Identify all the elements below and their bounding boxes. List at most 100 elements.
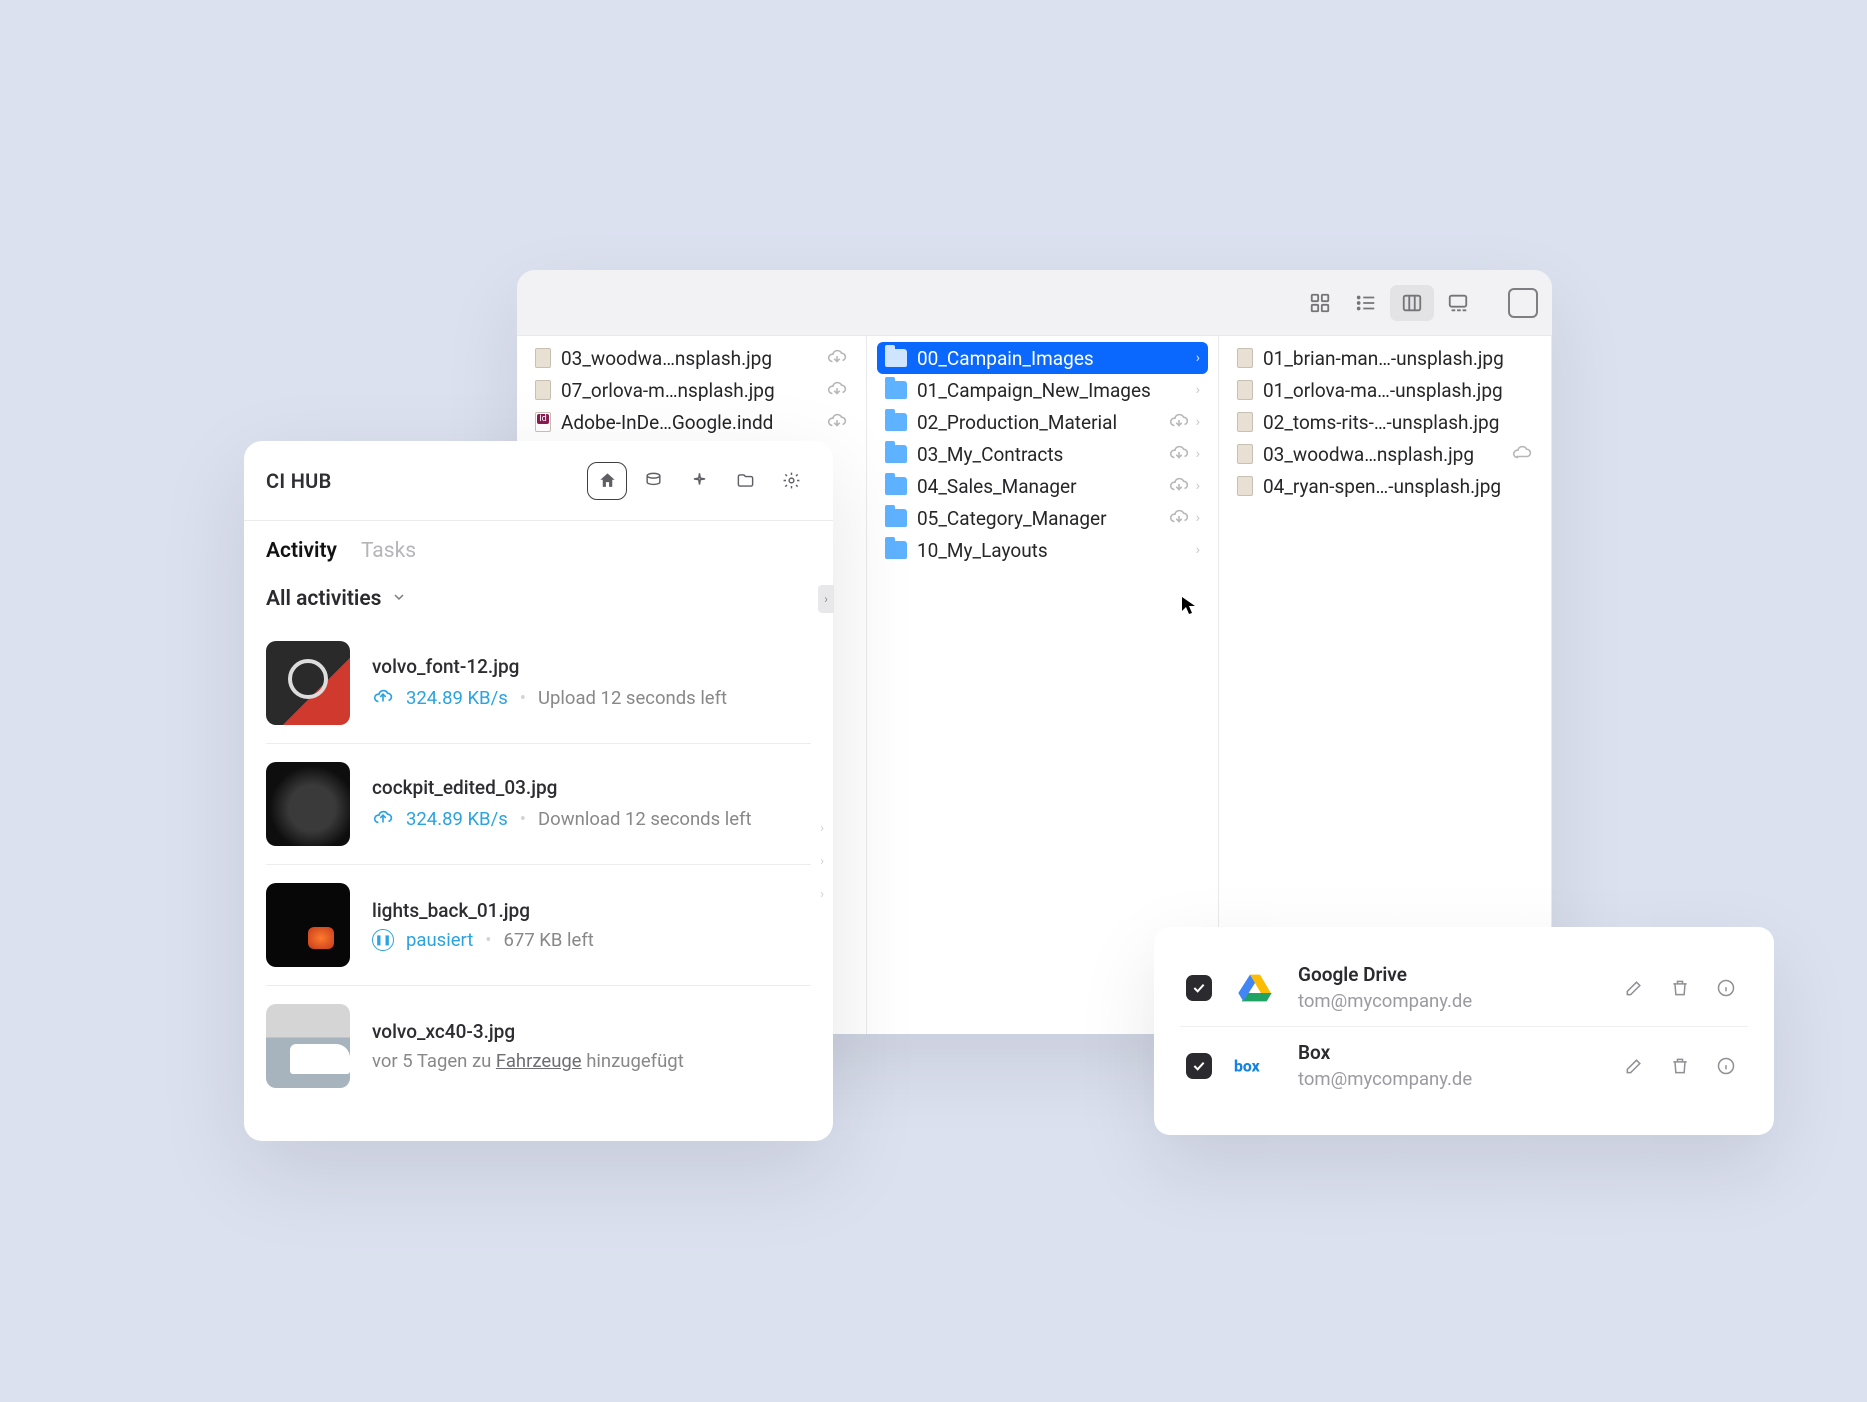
row-label: 04_Sales_Manager [917, 475, 1158, 498]
activity-item[interactable]: volvo_xc40-3.jpgvor 5 Tagen zu Fahrzeuge… [266, 986, 811, 1106]
folder-icon [885, 541, 907, 559]
folder-icon [885, 509, 907, 527]
file-thumb-icon [1237, 380, 1253, 400]
file-thumb-icon [535, 412, 551, 432]
pause-icon[interactable]: ❚❚ [372, 929, 394, 951]
row-label: 07_orlova-m…nsplash.jpg [561, 379, 816, 402]
folder-row[interactable]: 02_Production_Material› [877, 406, 1208, 438]
activity-list: volvo_font-12.jpg324.89 KB/s•Upload 12 s… [244, 617, 833, 1106]
gear-icon-button[interactable] [771, 462, 811, 500]
toolbar-square-button[interactable] [1508, 288, 1538, 318]
file-thumb-icon [1237, 476, 1253, 496]
file-row[interactable]: 01_brian-man…-unsplash.jpg [1229, 342, 1541, 374]
folder-icon [885, 477, 907, 495]
folder-row[interactable]: 00_Campain_Images› [877, 342, 1208, 374]
activity-filename: cockpit_edited_03.jpg [372, 776, 752, 799]
folder-row[interactable]: 05_Category_Manager› [877, 502, 1208, 534]
row-label: 05_Category_Manager [917, 507, 1158, 530]
transfer-status: Upload 12 seconds left [538, 687, 727, 709]
trash-icon[interactable] [1664, 972, 1696, 1004]
cloud-upload-icon [372, 806, 394, 833]
folder-icon [885, 349, 907, 367]
transfer-rate: 324.89 KB/s [406, 687, 508, 709]
folder-row[interactable]: 04_Sales_Manager › [877, 470, 1208, 502]
activity-ago: vor 5 Tagen zu Fahrzeuge hinzugefügt [372, 1050, 684, 1072]
file-thumb-icon [1237, 444, 1253, 464]
connection-checkbox[interactable] [1186, 975, 1212, 1001]
tab-activity[interactable]: Activity [266, 539, 337, 563]
activity-thumbnail [266, 883, 350, 967]
connection-row: box Box tom@mycompany.de [1180, 1026, 1748, 1104]
connection-checkbox[interactable] [1186, 1053, 1212, 1079]
edit-icon[interactable] [1618, 1050, 1650, 1082]
remaining-size: 677 KB left [504, 929, 594, 951]
folder-link[interactable]: Fahrzeuge [496, 1050, 582, 1072]
connection-row: Google Drivetom@mycompany.de [1180, 949, 1748, 1026]
info-icon[interactable] [1710, 972, 1742, 1004]
file-row[interactable]: Adobe-InDe…Google.indd [527, 406, 856, 438]
cihub-tabs: Activity Tasks [244, 521, 833, 577]
row-label: Adobe-InDe…Google.indd [561, 411, 816, 434]
file-thumb-icon [1237, 348, 1253, 368]
file-thumb-icon [1237, 412, 1253, 432]
activity-item[interactable]: cockpit_edited_03.jpg324.89 KB/s•Downloa… [266, 744, 811, 865]
row-label: 02_toms-rits-…-unsplash.jpg [1263, 411, 1523, 434]
chevron-right-icon: › [1196, 382, 1200, 398]
folder-icon-button[interactable] [725, 462, 765, 500]
service-name: Box [1298, 1041, 1596, 1064]
file-row[interactable]: 02_toms-rits-…-unsplash.jpg [1229, 406, 1541, 438]
file-row[interactable]: 03_woodwa…nsplash.jpg [1229, 438, 1541, 470]
activity-filename: volvo_xc40-3.jpg [372, 1020, 684, 1043]
file-row[interactable]: 04_ryan-spen…-unsplash.jpg [1229, 470, 1541, 502]
service-icon [1234, 967, 1276, 1009]
row-label: 10_My_Layouts [917, 539, 1186, 562]
chevron-right-icon[interactable]: › [820, 854, 824, 869]
service-icon: box [1234, 1045, 1276, 1087]
chevron-right-icon[interactable]: › [820, 887, 824, 902]
edit-icon[interactable] [1618, 972, 1650, 1004]
row-label: 02_Production_Material [917, 411, 1158, 434]
info-icon[interactable] [1710, 1050, 1742, 1082]
folder-row[interactable]: 03_My_Contracts› [877, 438, 1208, 470]
transfer-rate: 324.89 KB/s [406, 808, 508, 830]
cloud-download-icon [826, 377, 848, 404]
cloud-download-icon [826, 409, 848, 436]
sparkle-icon[interactable] [679, 462, 719, 500]
folder-row[interactable]: 10_My_Layouts › [877, 534, 1208, 566]
row-label: 01_brian-man…-unsplash.jpg [1263, 347, 1523, 370]
view-icon-grid[interactable] [1298, 285, 1342, 321]
tab-tasks[interactable]: Tasks [361, 539, 416, 563]
row-label: 03_woodwa…nsplash.jpg [1263, 443, 1501, 466]
folder-icon [885, 413, 907, 431]
activity-item[interactable]: volvo_font-12.jpg324.89 KB/s•Upload 12 s… [266, 623, 811, 744]
view-columns-icon[interactable] [1390, 285, 1434, 321]
transfer-status: Download 12 seconds left [538, 808, 752, 830]
folder-row[interactable]: 01_Campaign_New_Images› [877, 374, 1208, 406]
file-row[interactable]: 01_orlova-ma…-unsplash.jpg [1229, 374, 1541, 406]
chevron-right-icon: › [1196, 350, 1200, 366]
chevron-right-icon: › [1196, 478, 1200, 494]
chevron-right-icon[interactable]: › [820, 821, 824, 836]
view-list-icon[interactable] [1344, 285, 1388, 321]
activity-thumbnail [266, 762, 350, 846]
file-row[interactable]: 03_woodwa…nsplash.jpg [527, 342, 856, 374]
paused-label: pausiert [406, 929, 473, 951]
service-email: tom@mycompany.de [1298, 1068, 1596, 1090]
row-label: 03_woodwa…nsplash.jpg [561, 347, 816, 370]
storage-icon[interactable] [633, 462, 673, 500]
chevron-down-icon [391, 589, 407, 609]
cihub-toolbar [587, 462, 811, 500]
file-row[interactable]: 07_orlova-m…nsplash.jpg [527, 374, 856, 406]
service-name: Google Drive [1298, 963, 1596, 986]
cloud-download-icon [1168, 409, 1190, 436]
activity-item[interactable]: lights_back_01.jpg❚❚pausiert•677 KB left [266, 865, 811, 986]
expand-handle[interactable]: › [818, 585, 834, 613]
chevron-right-icon: › [1196, 542, 1200, 558]
home-button[interactable] [587, 462, 627, 500]
trash-icon[interactable] [1664, 1050, 1696, 1082]
side-chevrons: › › › [820, 821, 824, 902]
view-gallery-icon[interactable] [1436, 285, 1480, 321]
activity-filename: lights_back_01.jpg [372, 899, 594, 922]
chevron-right-icon: › [1196, 446, 1200, 462]
activity-filter[interactable]: All activities [244, 577, 833, 617]
